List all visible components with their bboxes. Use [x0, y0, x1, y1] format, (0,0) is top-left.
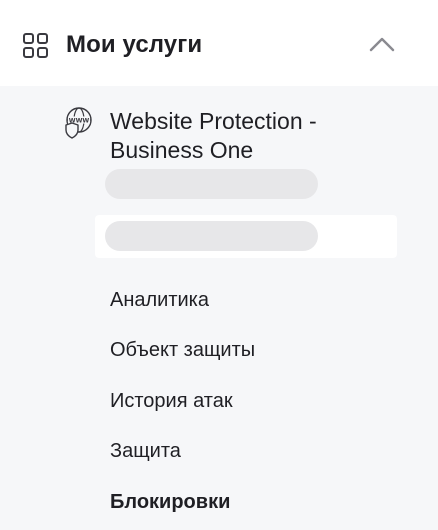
grid-icon [23, 33, 48, 58]
menu-item-protected-object[interactable]: Объект защиты [110, 337, 255, 363]
menu-item-blocks[interactable]: Блокировки [110, 489, 230, 515]
menu-item-analytics[interactable]: Аналитика [110, 287, 209, 313]
loading-placeholder [105, 221, 318, 251]
chevron-up-icon[interactable] [368, 34, 396, 54]
menu-item-attack-history[interactable]: История атак [110, 388, 233, 414]
services-header[interactable]: Мои услуги [0, 0, 438, 86]
page-title: Мои услуги [66, 31, 203, 58]
menu-item-protection[interactable]: Защита [110, 438, 181, 464]
www-shield-icon: WWW [65, 107, 92, 139]
loading-placeholder [105, 169, 318, 199]
service-title[interactable]: Website Protection - Business One [110, 107, 400, 165]
